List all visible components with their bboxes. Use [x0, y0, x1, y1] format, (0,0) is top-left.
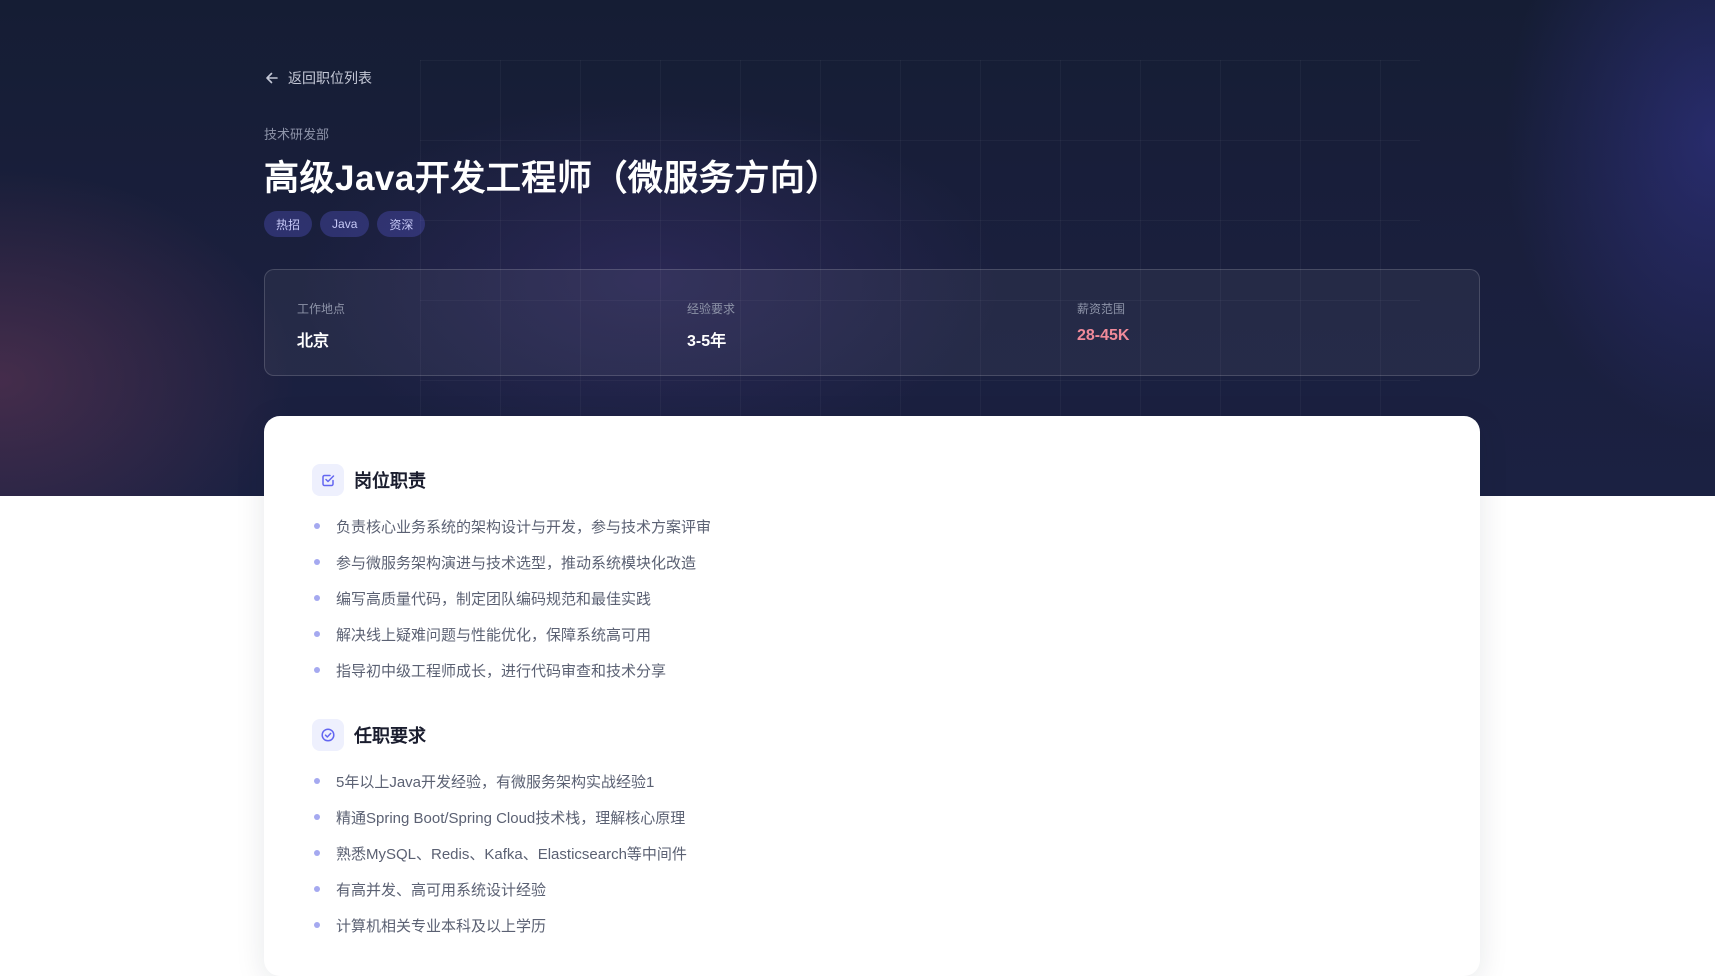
info-location: 工作地点 北京 [297, 300, 345, 351]
job-detail-card: 岗位职责 负责核心业务系统的架构设计与开发，参与技术方案评审 参与微服务架构演进… [264, 416, 1480, 976]
tag-java: Java [320, 211, 370, 237]
info-experience-label: 经验要求 [687, 302, 736, 316]
list-item-text: 参与微服务架构演进与技术选型，推动系统模块化改造 [336, 554, 697, 572]
list-item: 5年以上Java开发经验，有微服务架构实战经验1 [312, 763, 687, 799]
list-item: 精通Spring Boot/Spring Cloud技术栈，理解核心原理 [312, 799, 687, 835]
list-item-text: 编写高质量代码，制定团队编码规范和最佳实践 [336, 590, 652, 608]
info-salary-label: 薪资范围 [1077, 302, 1126, 316]
arrow-left-icon [266, 72, 278, 84]
list-item: 有高并发、高可用系统设计经验 [312, 871, 687, 907]
list-item: 编写高质量代码，制定团队编码规范和最佳实践 [312, 580, 711, 616]
back-link-label: 返回职位列表 [288, 70, 372, 86]
list-item-text: 5年以上Java开发经验，有微服务架构实战经验1 [336, 773, 655, 791]
requirements-section: 任职要求 5年以上Java开发经验，有微服务架构实战经验1 精通Spring B… [312, 719, 687, 943]
bullet-dot-icon [314, 667, 320, 673]
list-item-text: 熟悉MySQL、Redis、Kafka、Elasticsearch等中间件 [336, 845, 687, 863]
job-tags: 热招 Java 资深 [264, 211, 426, 237]
responsibilities-header: 岗位职责 [312, 464, 711, 496]
bullet-dot-icon [314, 886, 320, 892]
bullet-dot-icon [314, 523, 320, 529]
bullet-dot-icon [314, 595, 320, 601]
responsibilities-title: 岗位职责 [354, 471, 426, 491]
bullet-dot-icon [314, 922, 320, 928]
requirements-title: 任职要求 [354, 726, 426, 746]
list-item: 指导初中级工程师成长，进行代码审查和技术分享 [312, 652, 711, 688]
job-title: 高级Java开发工程师（微服务方向） [264, 159, 841, 198]
list-item-text: 有高并发、高可用系统设计经验 [336, 881, 547, 899]
list-item: 计算机相关专业本科及以上学历 [312, 907, 687, 943]
list-item: 负责核心业务系统的架构设计与开发，参与技术方案评审 [312, 508, 711, 544]
requirements-header: 任职要求 [312, 719, 687, 751]
responsibilities-section: 岗位职责 负责核心业务系统的架构设计与开发，参与技术方案评审 参与微服务架构演进… [312, 464, 711, 688]
responsibilities-list: 负责核心业务系统的架构设计与开发，参与技术方案评审 参与微服务架构演进与技术选型… [312, 508, 711, 688]
info-experience-value: 3-5年 [687, 333, 727, 350]
check-circle-icon [312, 719, 344, 751]
list-item-text: 解决线上疑难问题与性能优化，保障系统高可用 [336, 626, 652, 644]
info-location-label: 工作地点 [297, 302, 346, 316]
info-experience: 经验要求 3-5年 [687, 300, 735, 351]
info-salary: 薪资范围 28-45K [1077, 300, 1129, 345]
bullet-dot-icon [314, 559, 320, 565]
job-info-panel: 工作地点 北京 经验要求 3-5年 薪资范围 28-45K [264, 269, 1480, 376]
back-to-list-link[interactable]: 返回职位列表 [264, 68, 372, 88]
tag-senior: 资深 [377, 211, 426, 237]
bullet-dot-icon [314, 814, 320, 820]
tag-hot: 热招 [264, 211, 313, 237]
list-item-text: 负责核心业务系统的架构设计与开发，参与技术方案评审 [336, 518, 712, 536]
requirements-list: 5年以上Java开发经验，有微服务架构实战经验1 精通Spring Boot/S… [312, 763, 687, 943]
bullet-dot-icon [314, 631, 320, 637]
list-item-text: 精通Spring Boot/Spring Cloud技术栈，理解核心原理 [336, 809, 686, 827]
department-label: 技术研发部 [264, 127, 330, 142]
info-salary-value: 28-45K [1077, 327, 1130, 344]
list-item: 参与微服务架构演进与技术选型，推动系统模块化改造 [312, 544, 711, 580]
info-location-value: 北京 [297, 333, 330, 350]
list-item: 熟悉MySQL、Redis、Kafka、Elasticsearch等中间件 [312, 835, 687, 871]
checkbox-icon [312, 464, 344, 496]
list-item-text: 指导初中级工程师成长，进行代码审查和技术分享 [336, 662, 667, 680]
list-item-text: 计算机相关专业本科及以上学历 [336, 917, 547, 935]
bullet-dot-icon [314, 778, 320, 784]
list-item: 解决线上疑难问题与性能优化，保障系统高可用 [312, 616, 711, 652]
bullet-dot-icon [314, 850, 320, 856]
